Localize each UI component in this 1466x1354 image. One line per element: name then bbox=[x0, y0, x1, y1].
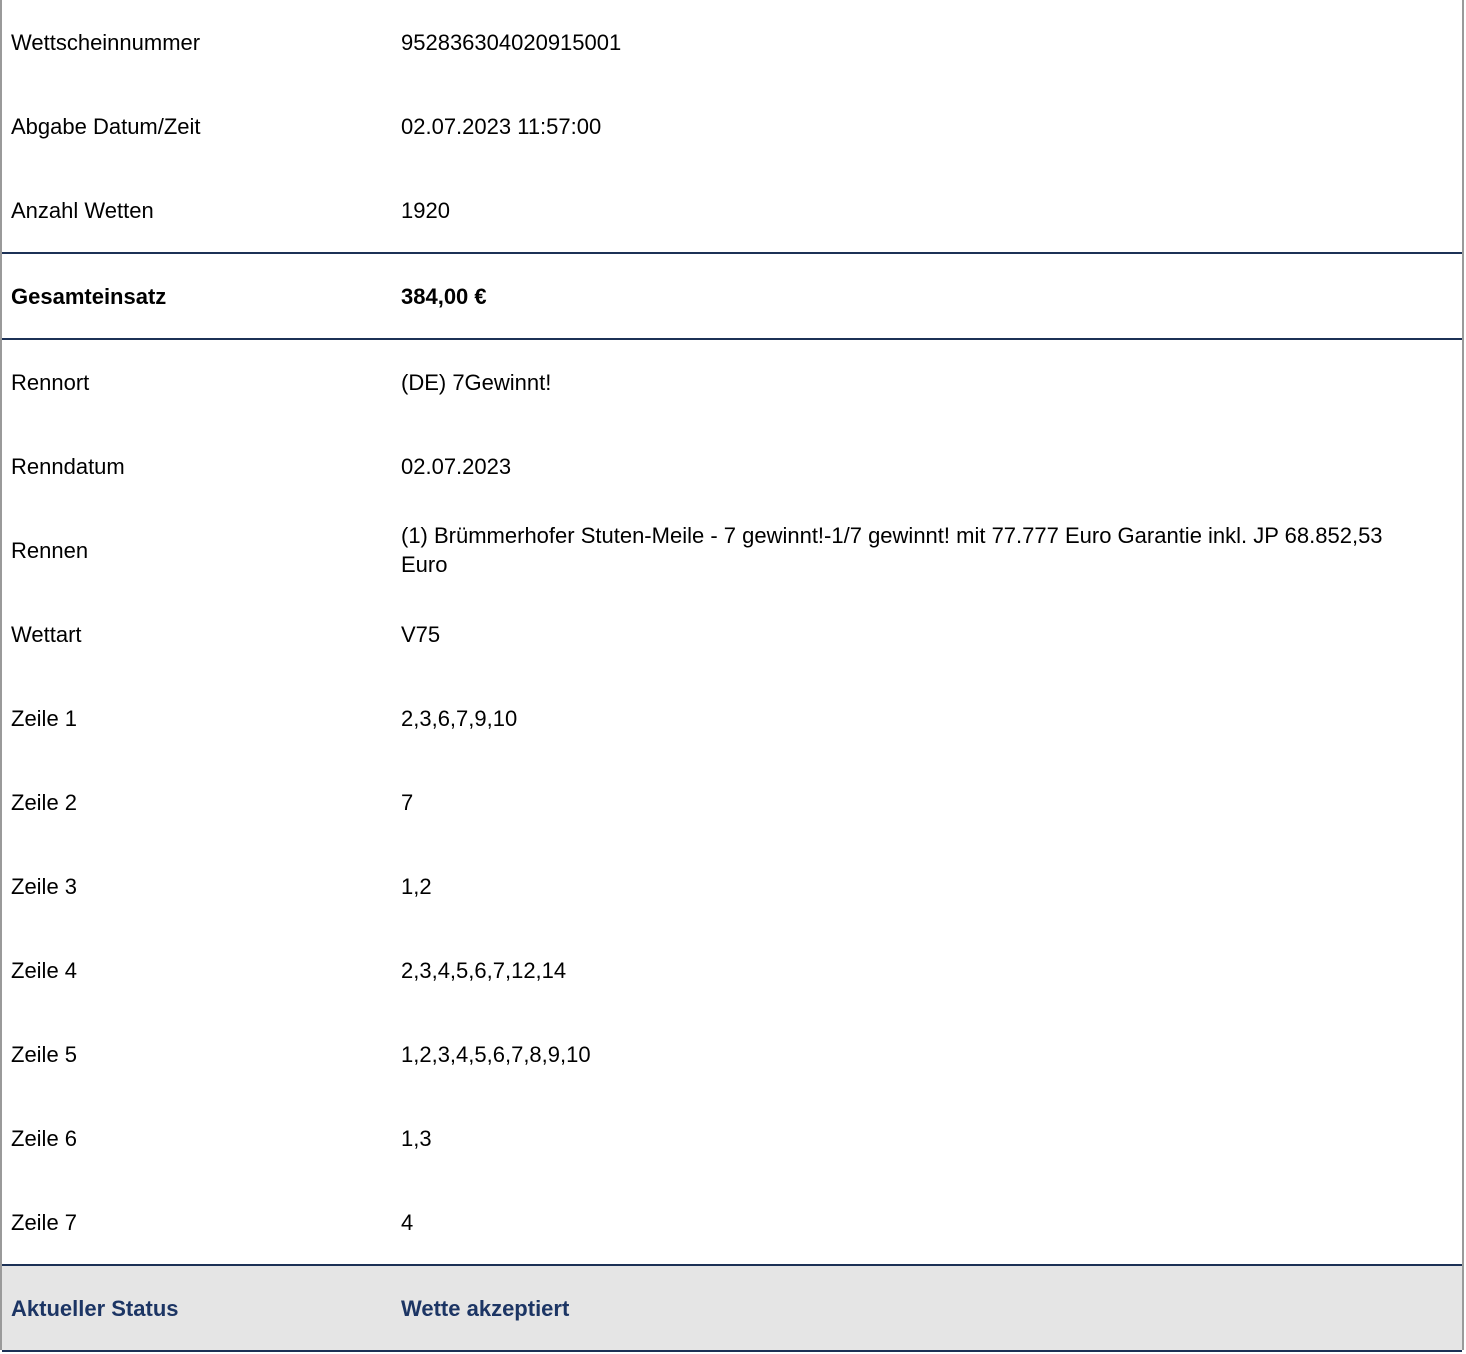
label-bet-type: Wettart bbox=[11, 621, 82, 647]
row-current-status: Aktueller Status Wette akzeptiert bbox=[2, 1266, 1462, 1350]
row-line-1: Zeile 1 2,3,6,7,9,10 bbox=[2, 676, 1462, 760]
bet-ticket-details: Wettscheinnummer 952836304020915001 Abga… bbox=[0, 0, 1464, 1352]
label-race-venue: Rennort bbox=[11, 369, 90, 395]
label-submission-datetime: Abgabe Datum/Zeit bbox=[11, 113, 201, 139]
value-race-venue: (DE) 7Gewinnt! bbox=[401, 369, 552, 395]
value-line-5: 1,2,3,4,5,6,7,8,9,10 bbox=[401, 1041, 591, 1067]
row-total-stake: Gesamteinsatz 384,00 € bbox=[2, 254, 1462, 338]
label-current-status: Aktueller Status bbox=[11, 1295, 179, 1321]
row-bet-count: Anzahl Wetten 1920 bbox=[2, 168, 1462, 252]
row-race-venue: Rennort (DE) 7Gewinnt! bbox=[2, 340, 1462, 424]
value-line-6: 1,3 bbox=[401, 1125, 432, 1151]
label-total-stake: Gesamteinsatz bbox=[11, 283, 167, 309]
label-line-6: Zeile 6 bbox=[11, 1125, 78, 1151]
value-total-stake: 384,00 € bbox=[401, 283, 487, 309]
value-line-7: 4 bbox=[401, 1209, 414, 1235]
status-badge: Wette akzeptiert bbox=[401, 1295, 570, 1321]
label-line-3: Zeile 3 bbox=[11, 873, 78, 899]
value-bet-count: 1920 bbox=[401, 197, 450, 223]
separator-line bbox=[2, 1350, 1462, 1352]
row-ticket-number: Wettscheinnummer 952836304020915001 bbox=[2, 0, 1462, 84]
label-line-4: Zeile 4 bbox=[11, 957, 78, 983]
row-line-6: Zeile 6 1,3 bbox=[2, 1096, 1462, 1180]
row-line-7: Zeile 7 4 bbox=[2, 1180, 1462, 1264]
label-line-2: Zeile 2 bbox=[11, 789, 78, 815]
row-race: Rennen (1) Brümmerhofer Stuten-Meile - 7… bbox=[2, 508, 1462, 592]
row-line-3: Zeile 3 1,2 bbox=[2, 844, 1462, 928]
value-race: (1) Brümmerhofer Stuten-Meile - 7 gewinn… bbox=[401, 523, 1383, 577]
row-line-4: Zeile 4 2,3,4,5,6,7,12,14 bbox=[2, 928, 1462, 1012]
label-race-date: Renndatum bbox=[11, 453, 125, 479]
label-bet-count: Anzahl Wetten bbox=[11, 197, 154, 223]
value-bet-type: V75 bbox=[401, 621, 441, 647]
value-line-1: 2,3,6,7,9,10 bbox=[401, 705, 518, 731]
value-submission-datetime: 02.07.2023 11:57:00 bbox=[401, 113, 602, 139]
label-line-7: Zeile 7 bbox=[11, 1209, 78, 1235]
label-line-1: Zeile 1 bbox=[11, 705, 78, 731]
value-race-date: 02.07.2023 bbox=[401, 453, 512, 479]
label-ticket-number: Wettscheinnummer bbox=[11, 29, 201, 55]
row-bet-type: Wettart V75 bbox=[2, 592, 1462, 676]
value-ticket-number: 952836304020915001 bbox=[401, 29, 622, 55]
row-line-2: Zeile 2 7 bbox=[2, 760, 1462, 844]
row-submission-datetime: Abgabe Datum/Zeit 02.07.2023 11:57:00 bbox=[2, 84, 1462, 168]
row-race-date: Renndatum 02.07.2023 bbox=[2, 424, 1462, 508]
row-line-5: Zeile 5 1,2,3,4,5,6,7,8,9,10 bbox=[2, 1012, 1462, 1096]
label-race: Rennen bbox=[11, 537, 89, 563]
value-line-2: 7 bbox=[401, 789, 414, 815]
label-line-5: Zeile 5 bbox=[11, 1041, 78, 1067]
value-line-4: 2,3,4,5,6,7,12,14 bbox=[401, 957, 567, 983]
value-line-3: 1,2 bbox=[401, 873, 432, 899]
